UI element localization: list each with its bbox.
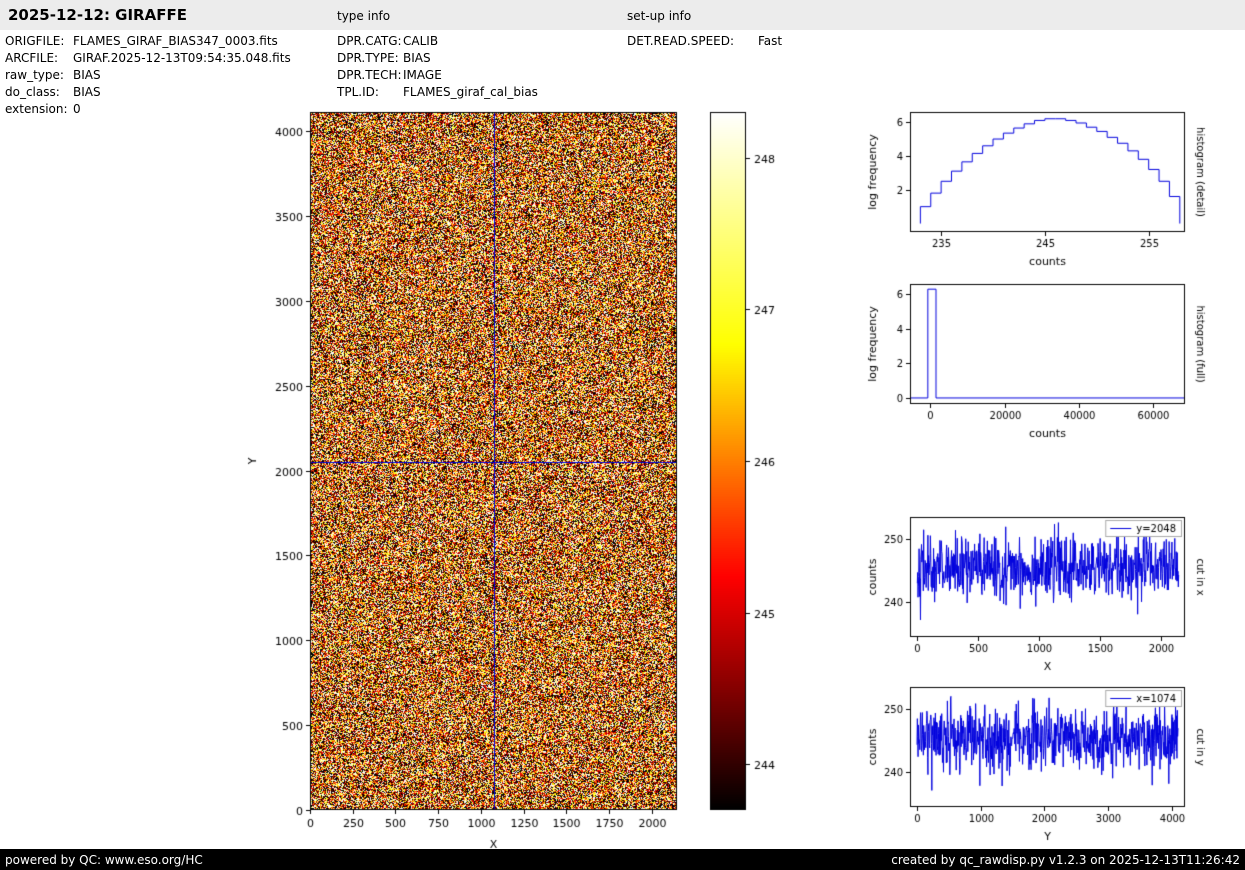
dpr-type-label: DPR.TYPE: — [337, 51, 399, 65]
tpl-id-label: TPL.ID: — [337, 85, 379, 99]
setup-info-heading: set-up info — [627, 9, 692, 23]
origfile-value: FLAMES_GIRAF_BIAS347_0003.fits — [73, 34, 278, 48]
type-info-heading: type info — [337, 9, 391, 23]
extension-value: 0 — [73, 102, 81, 116]
tpl-id-value: FLAMES_giraf_cal_bias — [403, 85, 538, 99]
dpr-tech-label: DPR.TECH: — [337, 68, 402, 82]
doclass-value: BIAS — [73, 85, 101, 99]
dpr-tech-value: IMAGE — [403, 68, 442, 82]
footer-created-by: created by qc_rawdisp.py v1.2.3 on 2025-… — [891, 853, 1240, 867]
bias-image-plot — [240, 100, 690, 870]
doclass-label: do_class: — [5, 85, 60, 99]
colorbar — [700, 100, 810, 830]
read-speed-value: Fast — [758, 34, 783, 48]
arcfile-value: GIRAF.2025-12-13T09:54:35.048.fits — [73, 51, 291, 65]
histogram-detail-plot — [850, 100, 1245, 280]
extension-label: extension: — [5, 102, 68, 116]
read-speed-label: DET.READ.SPEED: — [627, 34, 735, 48]
footer-powered-by: powered by QC: www.eso.org/HC — [5, 853, 203, 867]
histogram-full-plot — [850, 272, 1245, 452]
dpr-catg-value: CALIB — [403, 34, 439, 48]
report-title: 2025-12-12: GIRAFFE — [8, 6, 187, 24]
origfile-label: ORIGFILE: — [5, 34, 65, 48]
dpr-type-value: BIAS — [403, 51, 431, 65]
cut-in-x-plot — [850, 505, 1245, 685]
rawtype-value: BIAS — [73, 68, 101, 82]
rawtype-label: raw_type: — [5, 68, 64, 82]
dpr-catg-label: DPR.CATG: — [337, 34, 402, 48]
arcfile-label: ARCFILE: — [5, 51, 59, 65]
cut-in-y-plot — [850, 675, 1245, 848]
qc-report-page: 2025-12-12: GIRAFFE type info set-up inf… — [0, 0, 1245, 870]
footer-bar: powered by QC: www.eso.org/HC created by… — [0, 849, 1245, 870]
